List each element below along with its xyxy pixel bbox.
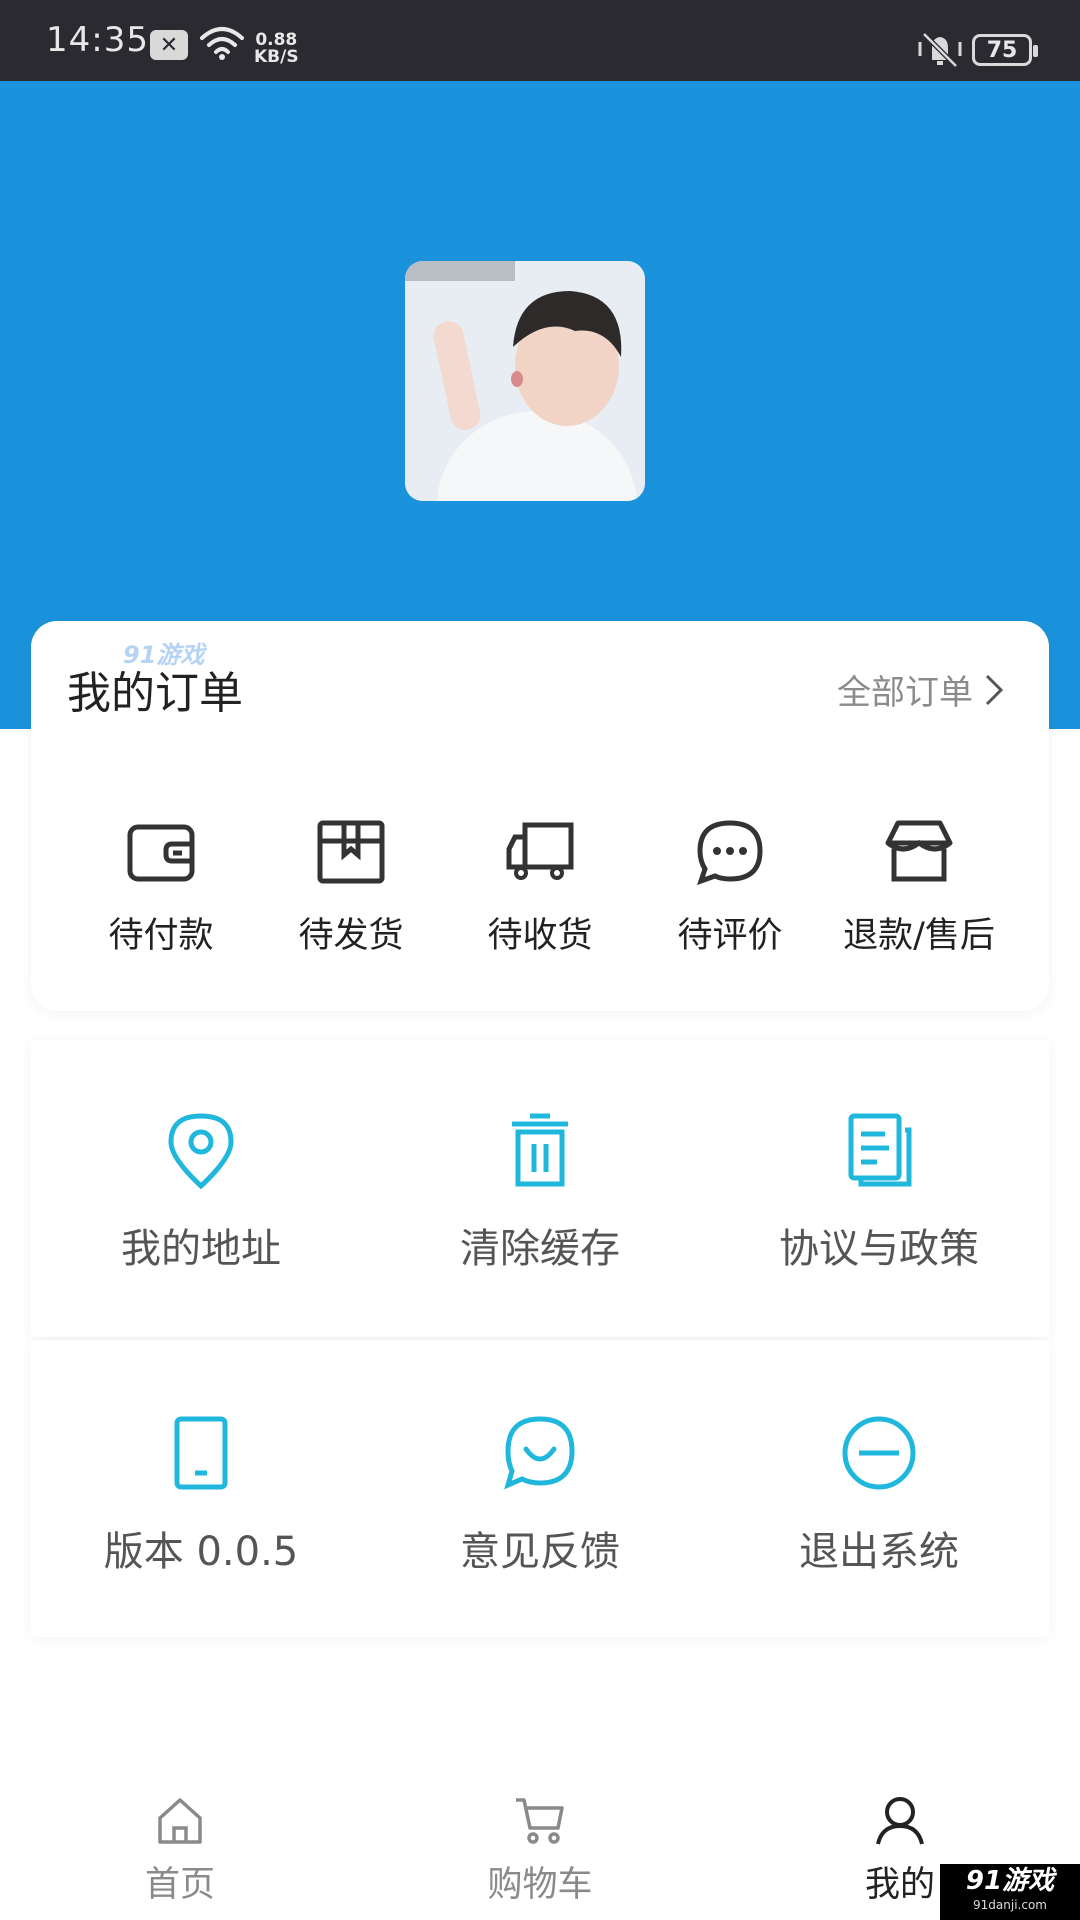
status-bar: 14:35 ✕ 0.88 KB/S 75 (0, 0, 1080, 81)
cart-icon (516, 1798, 564, 1844)
tab-cart[interactable]: 购物车 (450, 1794, 630, 1907)
chevron-right-icon (985, 674, 1004, 705)
battery-indicator: 75 (972, 34, 1038, 66)
document-icon (848, 1113, 912, 1187)
status-time: 14:35 (46, 20, 149, 60)
order-label: 待付款 (108, 916, 214, 956)
tab-label: 首页 (144, 1865, 215, 1905)
feedback-icon (504, 1416, 575, 1490)
mute-bell-icon (918, 30, 962, 74)
order-label: 待发货 (298, 916, 404, 956)
orders-title: 我的订单 (67, 668, 243, 719)
order-pending-receipt[interactable]: 待收货 (445, 817, 635, 958)
order-pending-shipment[interactable]: 待发货 (256, 817, 446, 958)
services-card-top: 我的地址 清除缓存 协议与政策 (31, 1040, 1049, 1337)
order-refund[interactable]: 退款/售后 (824, 817, 1014, 958)
tab-home[interactable]: 首页 (90, 1794, 270, 1907)
order-label: 退款/售后 (843, 916, 995, 956)
services-card-bottom: 版本 0.0.5 意见反馈 退出系统 (31, 1340, 1049, 1637)
service-label: 清除缓存 (460, 1226, 620, 1272)
orders-card: 91游戏 我的订单 全部订单 待付款 待发货 待收货 待评价 退款/售后 (31, 621, 1049, 1011)
tablet-icon (174, 1416, 228, 1490)
brand-watermark: 91游戏 91danji.com (940, 1864, 1080, 1920)
all-orders-label: 全部订单 (837, 673, 973, 713)
package-icon (317, 820, 385, 884)
order-label: 待评价 (677, 916, 783, 956)
location-pin-icon (168, 1113, 234, 1190)
clear-cache-item[interactable]: 清除缓存 (370, 1110, 710, 1274)
feedback-item[interactable]: 意见反馈 (370, 1413, 710, 1577)
service-label: 版本 0.0.5 (103, 1529, 299, 1575)
logout-item[interactable]: 退出系统 (709, 1413, 1049, 1577)
avatar[interactable] (405, 261, 645, 501)
bottom-tab-bar: 首页 购物车 我的 (0, 1770, 1080, 1920)
order-pending-payment[interactable]: 待付款 (66, 817, 256, 958)
wifi-icon (200, 26, 244, 64)
store-icon (885, 820, 953, 882)
service-label: 协议与政策 (779, 1226, 979, 1272)
agreement-policy-item[interactable]: 协议与政策 (709, 1110, 1049, 1274)
wallet-icon (127, 824, 195, 882)
tab-label: 购物车 (487, 1865, 593, 1905)
user-icon (876, 1797, 924, 1845)
notification-close-icon: ✕ (150, 30, 188, 60)
brand-watermark-title: 91游戏 (965, 1866, 1055, 1896)
service-label: 意见反馈 (460, 1529, 620, 1575)
order-label: 待收货 (487, 916, 593, 956)
order-pending-review[interactable]: 待评价 (635, 817, 825, 958)
all-orders-link[interactable]: 全部订单 (837, 665, 1005, 714)
service-label: 退出系统 (799, 1529, 959, 1575)
minus-circle-icon (842, 1416, 916, 1490)
home-icon (158, 1798, 202, 1844)
network-speed: 0.88 KB/S (254, 30, 299, 67)
brand-watermark-domain: 91danji.com (973, 1898, 1047, 1912)
truck-icon (506, 822, 574, 880)
user-photo-icon (405, 261, 645, 501)
version-item[interactable]: 版本 0.0.5 (31, 1413, 371, 1577)
trash-icon (512, 1113, 568, 1187)
chat-bubble-icon (697, 820, 763, 886)
service-label: 我的地址 (121, 1226, 281, 1272)
my-address-item[interactable]: 我的地址 (31, 1110, 371, 1274)
